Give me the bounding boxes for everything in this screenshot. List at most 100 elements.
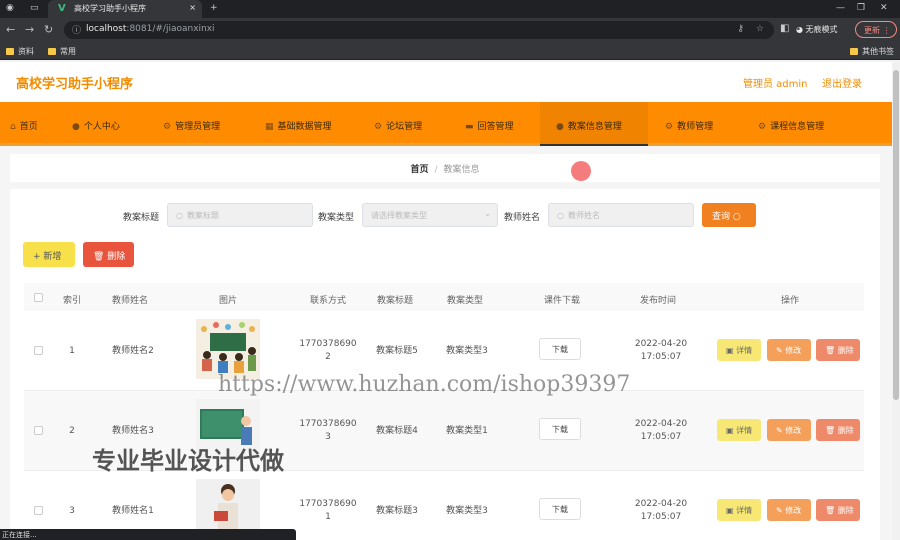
delete-label: 删除 [837,346,854,355]
site-info-icon[interactable]: ⓘ [72,23,81,36]
address-bar[interactable]: ⓘ localhost:8081/#/jiaoanxinxi ⚷ ☆ [64,21,774,39]
menu-item-teachers[interactable]: ⚙ 教师管理 [665,102,713,146]
col-title: 教案标题 [376,296,413,306]
incognito-label: 无痕模式 [805,25,838,34]
menu-item-answers[interactable]: ▬ 回答管理 [465,102,514,146]
scrollbar-thumb[interactable] [893,70,899,400]
forward-icon[interactable]: → [25,23,34,36]
menu-item-home[interactable]: ⌂ 首页 [10,102,38,146]
main-menu: ⌂ 首页 ● 个人中心 ⚙ 管理员管理 ▦ 基础数据管理 ⚙ 论坛管理 ▬ 回答管理 ● 教案… [0,102,892,146]
type-select[interactable]: 请选择教案类型 ⌄ [362,203,498,227]
menu-item-profile[interactable]: ● 个人中心 [72,102,120,146]
bookmark-folder-1[interactable]: 资料 [6,46,34,57]
query-button[interactable]: 查询 ○ [702,203,756,227]
menu-item-lesson-plans[interactable]: ● 教案信息管理 [540,102,648,146]
breadcrumb-home[interactable]: 首页 [410,165,428,175]
back-icon[interactable]: ← [6,23,15,36]
update-button[interactable]: 更新 ⋮ [855,21,897,38]
col-image: 图片 [218,296,237,306]
detail-icon: ▣ [726,506,737,515]
menu-label: 回答管理 [477,122,514,132]
search-icon: ○ [732,212,741,222]
incognito-indicator[interactable]: ◕ 无痕模式 [796,24,838,35]
delete-label: 删除 [837,426,854,435]
download-button[interactable]: 下载 [539,418,581,440]
classroom-illustration [201,322,256,373]
row-date-day: 2022-04-20 [634,339,688,349]
ad-overlay-text: 专业毕业设计代做 [92,447,284,475]
close-window-icon[interactable]: ✕ [880,3,888,13]
row-date-time: 17:05:07 [640,432,682,442]
row-phone-line1: 1770378690 [299,419,357,429]
row-title: 教案标题3 [376,506,418,516]
col-index: 索引 [62,296,81,306]
browser-tab-bar: ◉ ▭ V 高校学习助手小程序 × + — ❐ ✕ [0,0,900,18]
page-scrollbar[interactable] [892,62,900,540]
delete-button[interactable]: 🗑 删除 [816,499,860,521]
bookmark-folder-2[interactable]: 常用 [48,46,76,57]
row-phone: 1770378690 1 [292,498,364,524]
minimize-icon[interactable]: — [836,3,845,13]
logout-link[interactable]: 退出登录 [822,75,862,90]
delete-button[interactable]: 🗑 删除 [816,419,860,441]
menu-item-forum[interactable]: ⚙ 论坛管理 [374,102,422,146]
row-checkbox[interactable] [34,426,43,435]
trash-icon: 🗑 [825,346,838,355]
batch-delete-button[interactable]: 🗑 删除 [83,242,134,267]
delete-button[interactable]: 🗑 删除 [816,339,860,361]
edit-icon: ✎ [776,506,786,515]
browser-tab[interactable]: V 高校学习助手小程序 × [48,0,202,18]
query-label: 查询 [712,212,731,222]
chevron-down-icon: ⌄ [484,209,491,218]
other-bookmarks[interactable]: 其他书签 [850,46,894,57]
folder-icon [48,48,56,55]
edit-button[interactable]: ✎ 修改 [767,339,811,361]
select-all-checkbox[interactable] [34,293,43,302]
gear-icon: ⚙ [163,122,172,132]
row-checkbox[interactable] [34,506,43,515]
teacher-search-input[interactable]: ○ 教师姓名 [548,203,694,227]
menu-item-basic-data[interactable]: ▦ 基础数据管理 [265,102,332,146]
star-icon[interactable]: ☆ [756,24,764,34]
row-checkbox[interactable] [34,346,43,355]
detail-icon: ▣ [726,346,737,355]
plus-icon: + [33,252,44,262]
watermark-text: https://www.huzhan.com/ishop39397 [218,372,631,397]
menu-item-courses[interactable]: ⚙ 课程信息管理 [758,102,824,146]
tab-close-icon[interactable]: × [189,3,196,12]
detail-button[interactable]: ▣ 详情 [717,419,761,441]
sidebar-icon[interactable]: ◧ [780,23,789,34]
restore-icon[interactable]: ❐ [857,3,865,13]
detail-button[interactable]: ▣ 详情 [717,339,761,361]
download-button[interactable]: 下载 [539,498,581,520]
row-phone: 1770378690 2 [292,338,364,364]
detail-icon: ▣ [726,426,737,435]
delete-label: 删除 [107,252,126,262]
edit-button[interactable]: ✎ 修改 [767,499,811,521]
reload-icon[interactable]: ↻ [44,23,53,36]
title-search-input[interactable]: ○ 教案标题 [167,203,313,227]
add-button[interactable]: + 新增 [23,242,75,267]
row-date-time: 17:05:07 [640,512,682,522]
bookmarks-bar: 资料 常用 其他书签 [0,42,900,60]
menu-label: 管理员管理 [175,122,221,132]
download-button[interactable]: 下载 [539,338,581,360]
tab-title: 高校学习助手小程序 [74,4,146,13]
user-icon: ● [72,122,80,132]
col-actions: 操作 [780,296,799,306]
menu-label: 个人中心 [83,122,120,132]
breadcrumb-current: 教案信息 [443,165,480,175]
detail-label: 详情 [736,346,753,355]
edit-button[interactable]: ✎ 修改 [767,419,811,441]
detail-button[interactable]: ▣ 详情 [717,499,761,521]
row-type: 教案类型3 [446,346,488,356]
edit-icon: ✎ [776,346,786,355]
key-icon[interactable]: ⚷ [737,24,744,34]
window-icon[interactable]: ▭ [30,3,39,13]
site-header: 高校学习助手小程序 管理员 admin 退出登录 [0,62,892,102]
menu-label: 基础数据管理 [277,122,332,132]
new-tab-button[interactable]: + [210,3,218,13]
status-bar: 正在连接... [0,529,296,540]
menu-item-admin[interactable]: ⚙ 管理员管理 [163,102,220,146]
chrome-menu-icon[interactable]: ◉ [6,3,14,13]
